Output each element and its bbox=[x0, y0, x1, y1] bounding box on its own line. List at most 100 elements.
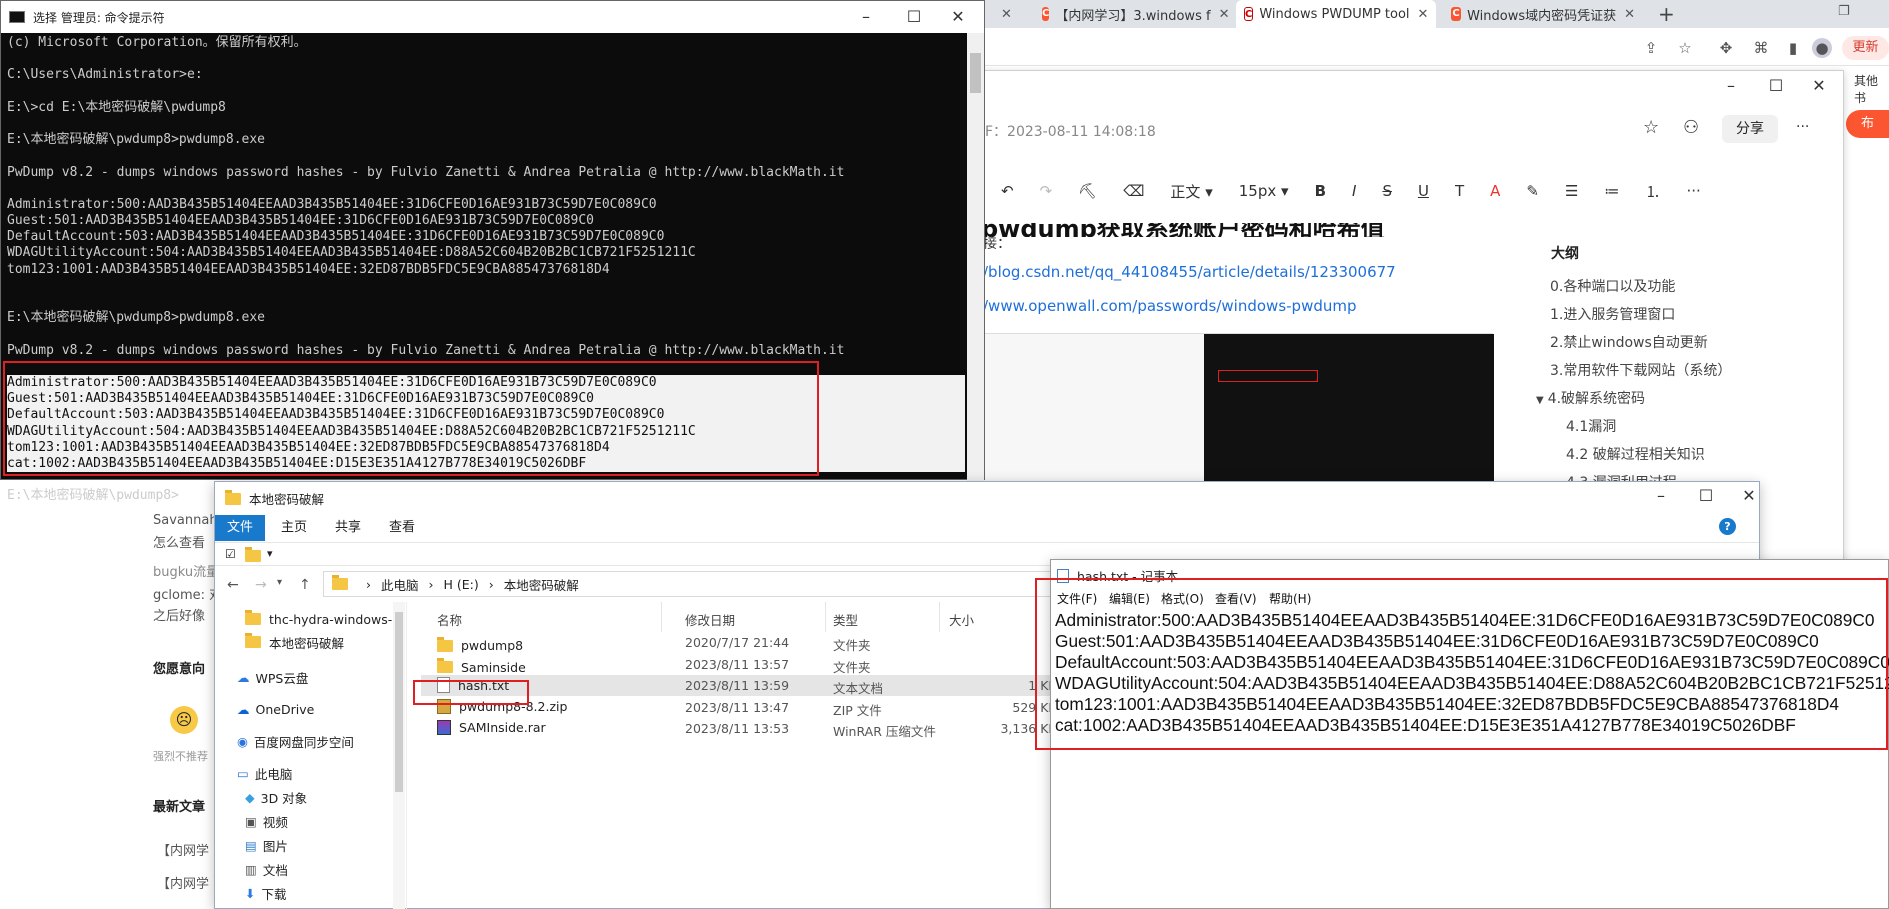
browser-tab-1[interactable]: C 【内网学习】3.windows f ✕ bbox=[1034, 0, 1230, 28]
breadcrumb-item[interactable]: 本地密码破解 bbox=[504, 575, 579, 594]
new-tab-icon[interactable]: + bbox=[1658, 2, 1675, 26]
minimize-icon[interactable]: – bbox=[846, 7, 886, 26]
more-icon[interactable]: ··· bbox=[1686, 182, 1700, 200]
share-nodes-icon[interactable]: ⚇ bbox=[1683, 117, 1699, 138]
file-row[interactable]: Saminside 2023/8/11 13:57 文件夹 bbox=[421, 654, 1101, 675]
file-row[interactable]: SAMInside.rar 2023/8/11 13:53 WinRAR 压缩文件 3… bbox=[421, 718, 1101, 739]
outline-item[interactable]: 4.1漏洞 bbox=[1566, 416, 1616, 436]
column-divider[interactable] bbox=[939, 602, 940, 632]
underline-button[interactable]: U bbox=[1418, 182, 1429, 200]
browser-tab-partial[interactable]: ✕ bbox=[985, 0, 1030, 28]
paragraph-select[interactable]: 正文 ▾ bbox=[1170, 181, 1212, 202]
recent-icon[interactable]: ▾ bbox=[277, 577, 282, 588]
maximize-icon[interactable]: ☐ bbox=[1756, 76, 1796, 95]
article-link-2[interactable]: /www.openwall.com/passwords/windows-pwdu… bbox=[983, 297, 1357, 315]
nav-item[interactable]: ▭ 此电脑 bbox=[237, 762, 292, 784]
italic-button[interactable]: I bbox=[1352, 182, 1356, 200]
breadcrumb-item[interactable]: H (E:) bbox=[444, 577, 479, 592]
minimize-icon[interactable]: – bbox=[1711, 76, 1751, 95]
maximize-icon[interactable]: ☐ bbox=[1686, 486, 1726, 505]
eraser-icon[interactable]: ⌫ bbox=[1123, 182, 1144, 200]
ribbon-tab-share[interactable]: 共享 bbox=[323, 515, 373, 541]
outline-item[interactable]: 4.2 破解过程相关知识 bbox=[1566, 444, 1705, 464]
outline-item[interactable]: 3.常用软件下载网站（系统） bbox=[1550, 360, 1731, 380]
nav-item[interactable]: ☁ OneDrive bbox=[237, 698, 314, 720]
nav-scrollbar[interactable] bbox=[393, 602, 405, 909]
article-link-1[interactable]: /blog.csdn.net/qq_44108455/article/detai… bbox=[983, 263, 1396, 281]
forward-icon[interactable]: → bbox=[255, 577, 267, 593]
close-icon[interactable]: ✕ bbox=[1624, 7, 1635, 22]
nav-item[interactable]: ▥ 文档 bbox=[245, 858, 288, 880]
profile-avatar[interactable]: ● bbox=[1812, 38, 1832, 58]
close-icon[interactable]: ✕ bbox=[1001, 7, 1012, 22]
nav-item[interactable]: ◆ 3D 对象 bbox=[245, 786, 307, 808]
font-size-select[interactable]: 15px ▾ bbox=[1239, 182, 1289, 200]
share-button[interactable]: 分享 bbox=[1722, 115, 1778, 143]
sad-emoji-icon[interactable]: ☹ bbox=[170, 706, 198, 734]
star-icon[interactable]: ☆ bbox=[1643, 117, 1659, 138]
nav-item[interactable]: ▣ 视频 bbox=[245, 810, 288, 832]
column-header-type[interactable]: 类型 bbox=[833, 610, 858, 629]
outline-item[interactable]: 1.进入服务管理窗口 bbox=[1550, 304, 1675, 324]
browser-tab-3[interactable]: C Windows域内密码凭证获 ✕ bbox=[1443, 0, 1643, 28]
clear-format-button[interactable]: T bbox=[1455, 182, 1464, 200]
format-painter-icon[interactable]: ⛏ bbox=[1078, 182, 1097, 200]
scroll-thumb[interactable] bbox=[970, 53, 981, 93]
publish-button[interactable]: 布 bbox=[1846, 110, 1889, 138]
new-folder-icon[interactable] bbox=[245, 547, 261, 562]
redo-icon[interactable]: ↷ bbox=[1040, 182, 1053, 200]
more-icon[interactable]: ··· bbox=[1796, 119, 1809, 135]
minimize-icon[interactable]: – bbox=[1641, 486, 1681, 505]
ribbon-tab-view[interactable]: 查看 bbox=[377, 515, 427, 541]
column-header-name[interactable]: 名称 bbox=[437, 610, 462, 629]
breadcrumb-item[interactable]: 此电脑 bbox=[381, 575, 419, 594]
sidebar-icon[interactable]: ▮ bbox=[1783, 38, 1803, 58]
column-header-size[interactable]: 大小 bbox=[949, 610, 974, 629]
ribbon-tab-home[interactable]: 主页 bbox=[269, 515, 319, 541]
nav-item[interactable]: ▤ 图片 bbox=[245, 834, 288, 856]
help-icon[interactable]: ? bbox=[1719, 518, 1736, 535]
up-icon[interactable]: ↑ bbox=[299, 577, 311, 593]
back-icon[interactable]: ← bbox=[227, 577, 239, 593]
extensions-icon[interactable]: ✥ bbox=[1716, 38, 1736, 58]
align-icon[interactable]: ☰ bbox=[1565, 182, 1578, 200]
ordered-list-icon[interactable]: ⒈ bbox=[1645, 181, 1660, 202]
share-page-icon[interactable]: ⇪ bbox=[1641, 38, 1661, 58]
column-divider[interactable] bbox=[825, 602, 826, 632]
strike-button[interactable]: S bbox=[1382, 182, 1392, 200]
outline-item[interactable]: 2.禁止windows自动更新 bbox=[1550, 332, 1708, 352]
nav-item[interactable]: ◉ 百度网盘同步空间 bbox=[237, 730, 354, 752]
close-icon[interactable]: ✕ bbox=[1219, 7, 1230, 22]
close-icon[interactable]: ✕ bbox=[1799, 76, 1839, 95]
close-icon[interactable]: ✕ bbox=[1729, 486, 1769, 505]
highlight-icon[interactable]: ✎ bbox=[1526, 182, 1539, 200]
close-icon[interactable]: ✕ bbox=[1418, 7, 1429, 22]
blog-link[interactable]: 【内网学 bbox=[157, 840, 209, 859]
properties-icon[interactable]: ☑ bbox=[225, 547, 236, 561]
nav-item[interactable]: 本地密码破解 bbox=[245, 631, 344, 653]
outline-item[interactable]: ▼ 4.破解系统密码 bbox=[1536, 388, 1645, 408]
column-header-date[interactable]: 修改日期 bbox=[685, 610, 735, 629]
undo-icon[interactable]: ↶ bbox=[1001, 182, 1014, 200]
nav-item[interactable]: ⬇ 下载 bbox=[245, 882, 287, 904]
column-divider[interactable] bbox=[661, 602, 662, 632]
maximize-icon[interactable]: ☐ bbox=[894, 7, 934, 26]
scroll-thumb[interactable] bbox=[395, 612, 403, 792]
update-button[interactable]: 更新 bbox=[1842, 36, 1889, 60]
browser-tab-2[interactable]: C Windows PWDUMP tool ✕ bbox=[1236, 0, 1436, 28]
favorite-star-icon[interactable]: ☆ bbox=[1675, 38, 1695, 58]
close-icon[interactable]: ✕ bbox=[938, 7, 978, 26]
file-row[interactable]: pwdump8 2020/7/17 21:44 文件夹 bbox=[421, 632, 1101, 653]
other-bookmarks[interactable]: 其他书 bbox=[1854, 72, 1889, 106]
outline-item[interactable]: 0.各种端口以及功能 bbox=[1550, 276, 1675, 296]
nav-item[interactable]: thc-hydra-windows-r bbox=[245, 608, 397, 630]
list-icon[interactable]: ≔ bbox=[1604, 182, 1619, 200]
font-color-button[interactable]: A bbox=[1490, 182, 1500, 200]
blog-link[interactable]: 【内网学 bbox=[157, 873, 209, 892]
bookmark-icon[interactable]: ⌘ bbox=[1751, 38, 1771, 58]
bold-button[interactable]: B bbox=[1315, 182, 1326, 200]
chevron-down-icon[interactable]: ▾ bbox=[267, 547, 273, 560]
restore-window-icon[interactable]: ❐ bbox=[1838, 4, 1850, 19]
ribbon-tab-file[interactable]: 文件 bbox=[215, 515, 266, 541]
nav-item[interactable]: ☁ WPS云盘 bbox=[237, 666, 308, 688]
